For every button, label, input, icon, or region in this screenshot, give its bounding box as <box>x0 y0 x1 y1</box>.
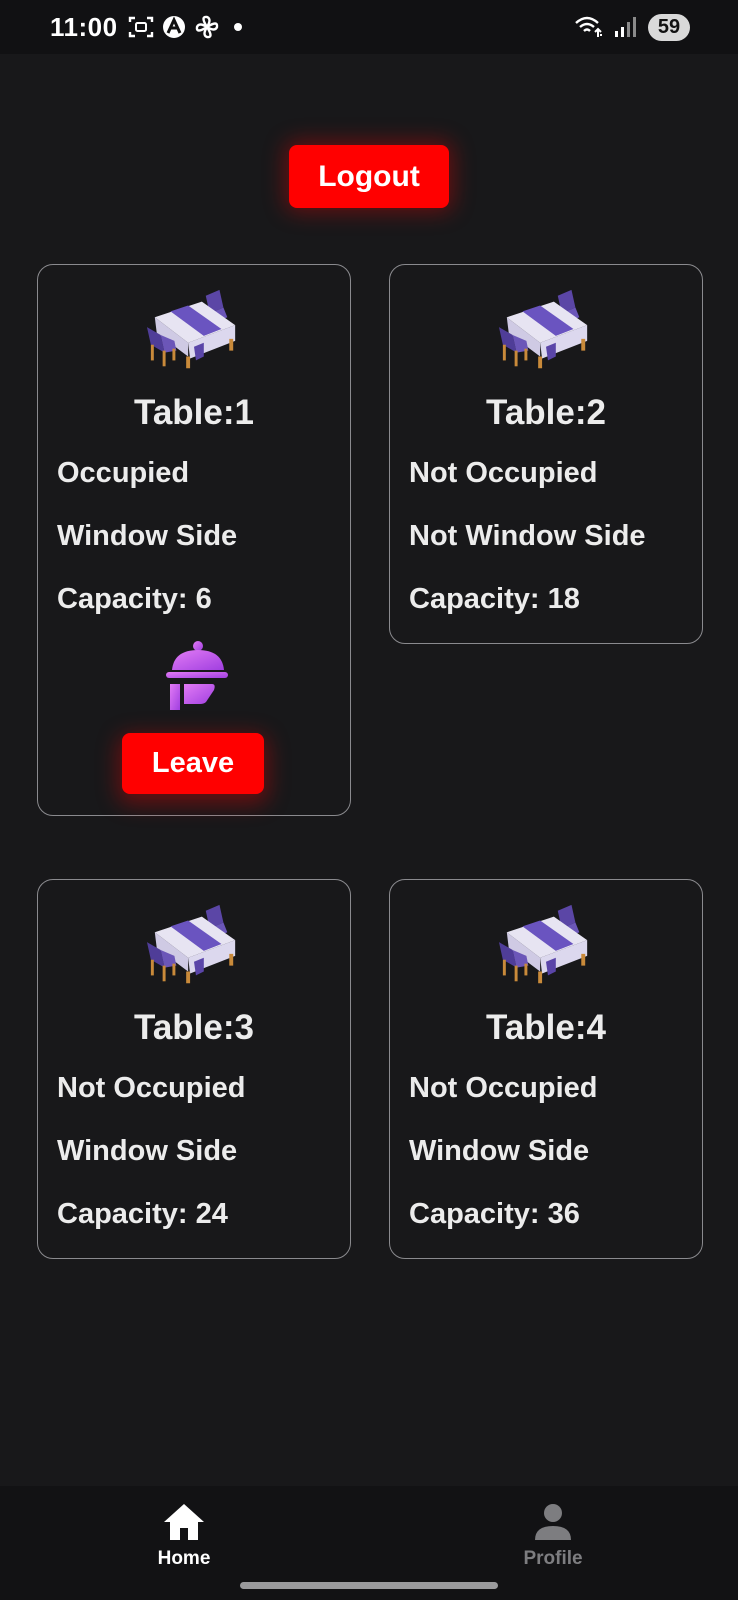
location-label: Window Side <box>409 1135 590 1167</box>
occupancy-status: Not Occupied <box>409 457 598 489</box>
location-label: Not Window Side <box>409 520 646 552</box>
status-bar: 11:00 59 <box>0 0 738 54</box>
capacity-label: Capacity: 6 <box>57 583 212 615</box>
table-card-1[interactable]: Table:1 Occupied Window Side Capacity: 6… <box>37 264 351 816</box>
fan-icon <box>194 14 220 40</box>
occupancy-status: Not Occupied <box>409 1072 598 1104</box>
dining-table-icon <box>145 287 243 377</box>
table-card-3[interactable]: Table:3 Not Occupied Window Side Capacit… <box>37 879 351 1259</box>
capacity-label: Capacity: 24 <box>57 1198 228 1230</box>
nav-home-label: Home <box>157 1548 211 1569</box>
nav-profile[interactable]: Profile <box>493 1502 613 1582</box>
app-a-icon <box>162 15 186 39</box>
table-title: Table:2 <box>486 393 606 432</box>
home-indicator[interactable] <box>240 1582 498 1589</box>
nav-home[interactable]: Home <box>124 1502 244 1582</box>
location-label: Window Side <box>57 520 238 552</box>
table-card-2[interactable]: Table:2 Not Occupied Not Window Side Cap… <box>389 264 703 644</box>
dining-table-icon <box>497 287 595 377</box>
home-icon <box>164 1504 204 1540</box>
occupancy-status: Occupied <box>57 457 190 489</box>
occupancy-status: Not Occupied <box>57 1072 246 1104</box>
battery-indicator: 59 <box>648 13 690 41</box>
wifi-icon <box>574 15 604 39</box>
capacity-label: Capacity: 18 <box>409 583 580 615</box>
screenshot-icon <box>128 16 154 38</box>
signal-icon <box>614 16 638 38</box>
location-label: Window Side <box>57 1135 238 1167</box>
logout-button[interactable]: Logout <box>289 145 449 208</box>
status-time: 11:00 <box>50 11 118 42</box>
table-card-4[interactable]: Table:4 Not Occupied Window Side Capacit… <box>389 879 703 1259</box>
nav-profile-label: Profile <box>523 1548 583 1569</box>
capacity-label: Capacity: 36 <box>409 1198 580 1230</box>
dining-table-icon <box>497 902 595 992</box>
person-icon <box>535 1504 571 1540</box>
table-title: Table:1 <box>134 393 254 432</box>
leave-button[interactable]: Leave <box>122 733 264 794</box>
waiter-serving-icon <box>162 640 228 710</box>
dining-table-icon <box>145 902 243 992</box>
table-title: Table:4 <box>486 1008 606 1047</box>
notification-dot-icon <box>233 23 242 31</box>
table-title: Table:3 <box>134 1008 254 1047</box>
